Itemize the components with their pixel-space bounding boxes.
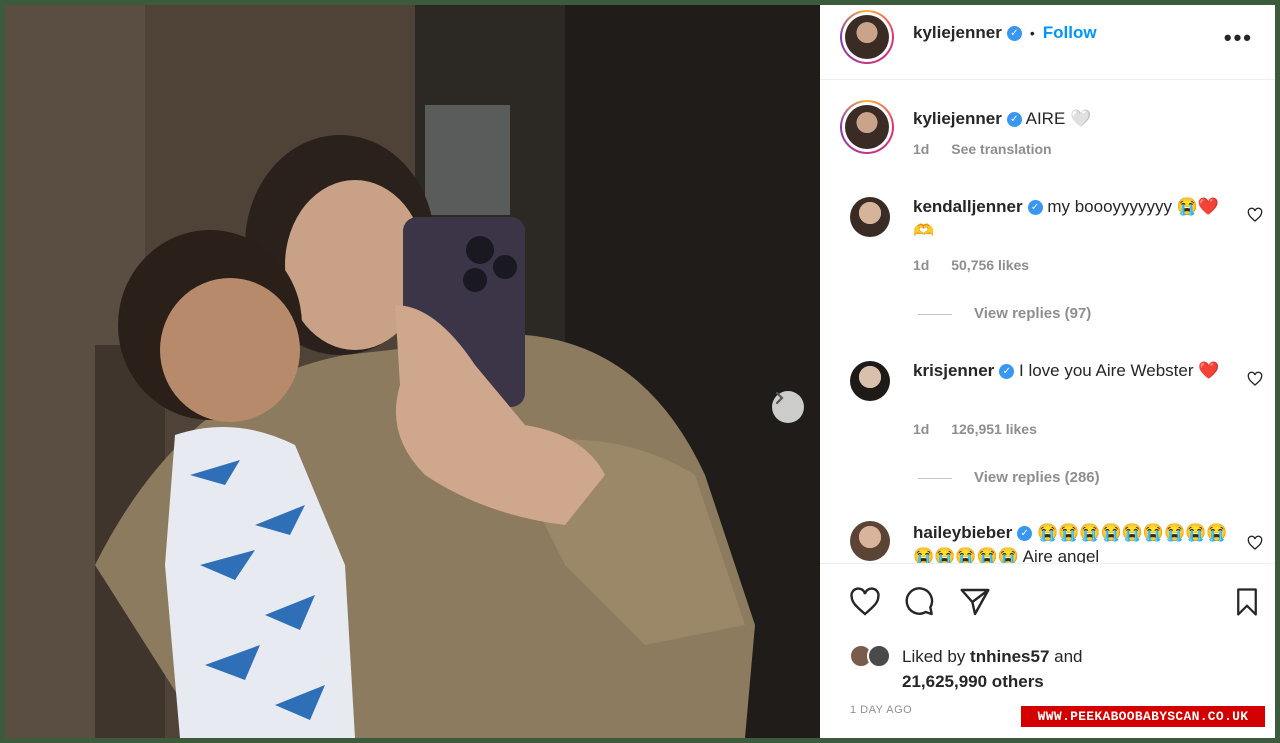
comment-item: kendalljenner ✓ my boooyyyyyyy 😭❤️🫶 1d 50…: [820, 189, 1275, 339]
liked-by-avatars[interactable]: [849, 644, 899, 670]
comment-icon[interactable]: [902, 586, 936, 618]
caption-avatar[interactable]: [840, 100, 894, 154]
comment-time: 1d: [913, 257, 930, 273]
comment-meta: 1d 126,951 likes: [913, 421, 1037, 437]
heart-icon[interactable]: [848, 586, 882, 618]
header-separator: •: [1029, 25, 1035, 41]
see-translation-link[interactable]: See translation: [951, 141, 1051, 157]
liked-by-suffix: and: [1049, 647, 1083, 666]
post-photo[interactable]: [5, 5, 820, 738]
avatar[interactable]: [850, 521, 890, 561]
header-user: kyliejenner ✓ • Follow: [913, 23, 1097, 43]
post-window: kyliejenner ✓ • Follow ••• kyliejenner ✓ …: [5, 5, 1275, 738]
liked-by-text: Liked by tnhines57 and 21,625,990 others: [902, 644, 1083, 694]
comment-likes[interactable]: 126,951 likes: [951, 421, 1037, 437]
verified-icon: ✓: [999, 364, 1015, 380]
liked-by-user[interactable]: tnhines57: [970, 647, 1049, 666]
liked-by-prefix: Liked by: [902, 647, 971, 666]
avatar[interactable]: [850, 197, 890, 237]
comment-text: kendalljenner ✓ my boooyyyyyyy 😭❤️🫶: [913, 195, 1233, 243]
caption-body: AIRE 🤍: [1025, 109, 1092, 128]
comment-text: haileybieber ✓ 😭😭😭😭😭😭😭😭😭😭😭😭😭😭 Aire angel: [913, 521, 1233, 563]
caption-time: 1d: [913, 141, 930, 157]
share-icon[interactable]: [958, 586, 992, 618]
author-avatar[interactable]: [840, 10, 894, 64]
view-replies-label: View replies (97): [974, 305, 1092, 322]
comment-item: haileybieber ✓ 😭😭😭😭😭😭😭😭😭😭😭😭😭😭 Aire angel: [820, 517, 1275, 563]
heart-icon[interactable]: [1247, 535, 1263, 551]
verified-icon: ✓: [1006, 25, 1022, 41]
view-replies-label: View replies (286): [974, 469, 1100, 486]
post-header: kyliejenner ✓ • Follow •••: [820, 5, 1275, 80]
site-watermark: WWW.PEEKABOOBABYSCAN.CO.UK: [1021, 706, 1265, 727]
caption-username[interactable]: kyliejenner: [913, 109, 1002, 128]
view-replies-button[interactable]: View replies (97): [918, 305, 1091, 322]
comments-list[interactable]: kyliejenner ✓ AIRE 🤍 1d See translation k…: [820, 81, 1275, 563]
caption-meta: 1d See translation: [913, 141, 1052, 157]
comment-time: 1d: [913, 421, 930, 437]
heart-icon[interactable]: [1247, 207, 1263, 223]
comment-text: krisjenner ✓ I love you Aire Webster ❤️: [913, 359, 1233, 383]
verified-icon: ✓: [1006, 112, 1022, 128]
author-username[interactable]: kyliejenner: [913, 23, 1002, 43]
caption-text: kyliejenner ✓ AIRE 🤍: [913, 107, 1233, 131]
comment-username[interactable]: kendalljenner: [913, 197, 1023, 216]
follow-button[interactable]: Follow: [1043, 23, 1097, 43]
heart-icon[interactable]: [1247, 371, 1263, 387]
comment-likes[interactable]: 50,756 likes: [951, 257, 1029, 273]
comment-meta: 1d 50,756 likes: [913, 257, 1029, 273]
comment-username[interactable]: krisjenner: [913, 361, 994, 380]
caption: kyliejenner ✓ AIRE 🤍 1d See translation: [820, 95, 1275, 165]
view-replies-button[interactable]: View replies (286): [918, 469, 1100, 486]
next-photo-button[interactable]: [772, 391, 804, 423]
likes-count[interactable]: 21,625,990 others: [902, 672, 1044, 691]
chevron-right-icon: [775, 391, 784, 405]
comment-username[interactable]: haileybieber: [913, 523, 1012, 542]
post-timestamp: 1 DAY AGO: [850, 704, 913, 716]
comment-item: krisjenner ✓ I love you Aire Webster ❤️ 1…: [820, 353, 1275, 503]
bookmark-icon[interactable]: [1232, 586, 1262, 618]
more-icon[interactable]: •••: [1224, 25, 1253, 51]
mirror-selfie-image: [5, 5, 820, 738]
verified-icon: ✓: [1017, 526, 1033, 542]
post-side-panel: kyliejenner ✓ • Follow ••• kyliejenner ✓ …: [820, 5, 1275, 738]
verified-icon: ✓: [1027, 200, 1043, 216]
avatar[interactable]: [850, 361, 890, 401]
comment-body: I love you Aire Webster ❤️: [1019, 361, 1220, 380]
